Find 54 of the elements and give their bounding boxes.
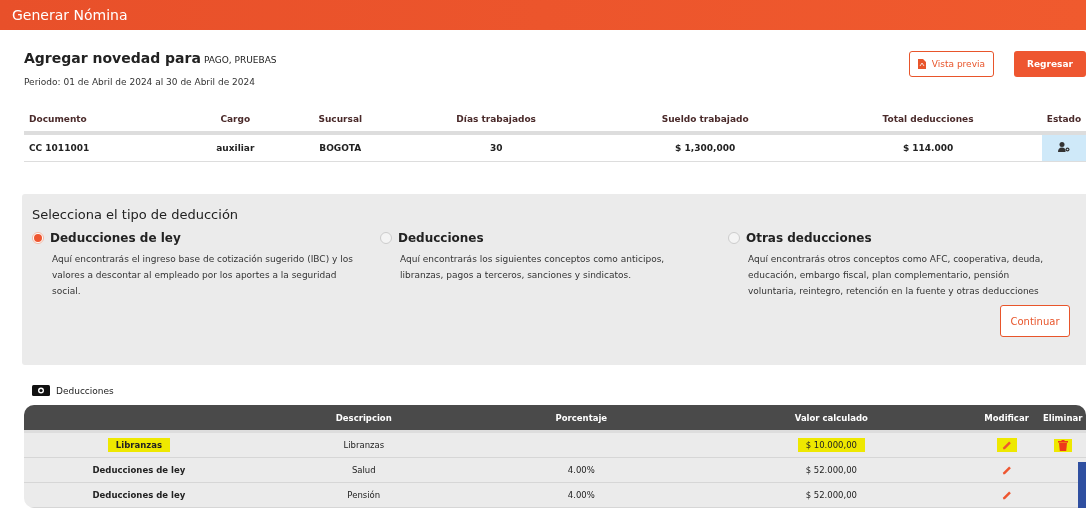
option-label: Deducciones [398, 231, 484, 245]
pencil-icon [1000, 464, 1013, 476]
table-cell: Pensión [347, 490, 381, 500]
column-header: Eliminar [1043, 412, 1083, 423]
preview-button[interactable]: Vista previa [908, 51, 994, 77]
section-title: Agregar novedad para PAGO, PRUEBAS [24, 50, 277, 66]
table-cell: CC 1011001 [24, 133, 187, 162]
option-description: Aquí encontrarás los siguientes conceptos como anticipos, libranzas, pagos a terceros, sanciones y sindicatos. [400, 253, 666, 282]
back-button[interactable]: Regresar [1014, 51, 1086, 77]
radio-button[interactable] [728, 232, 740, 244]
money-icon [32, 385, 50, 396]
delete-button[interactable] [1053, 438, 1072, 452]
column-header: Cargo [186, 107, 285, 133]
user-settings-icon [1058, 142, 1070, 152]
option-label: Otras deducciones [746, 231, 872, 245]
table-cell: $ 1,300,000 [596, 133, 815, 162]
table-cell: Libranzas [343, 440, 385, 450]
option-label: Deducciones de ley [50, 231, 181, 245]
radio-button[interactable] [32, 232, 44, 244]
column-header: Documento [24, 107, 187, 133]
column-header: Valor calculado [794, 412, 868, 423]
panel-title: Selecciona el tipo de deducción [32, 207, 239, 222]
trash-icon [1057, 439, 1068, 451]
table-cell: 30 [396, 133, 597, 162]
column-header: Días trabajados [396, 107, 597, 133]
pdf-icon [917, 59, 926, 69]
page-title: Generar Nómina [12, 7, 128, 23]
period-text: Periodo: 01 de Abril de 2024 al 30 de Abril de 2024 [24, 77, 255, 87]
table-cell: $ 10.000,00 [797, 438, 865, 452]
pencil-icon [1000, 439, 1013, 451]
table-cell: $ 52.000,00 [805, 490, 857, 500]
option-description: Aquí encontrarás el ingreso base de cotización sugerido (IBC) y los valores a descontar al empleado por los aportes a la seguridad social. [52, 253, 354, 298]
status-cell[interactable] [1042, 133, 1086, 162]
option-description: Aquí encontrarás otros conceptos como AFC, cooperativa, deuda, educación, embargo fiscal, plan complementario, pensión voluntaria, reintegro, retención en la fuente y otras deducciones [748, 253, 1045, 298]
column-header: Sucursal [284, 107, 397, 133]
continue-button[interactable]: Continuar [1000, 305, 1070, 337]
table-cell: $ 52.000,00 [805, 465, 857, 475]
table-cell: BOGOTA [284, 133, 397, 162]
edit-button[interactable] [996, 438, 1017, 452]
column-header: Sueldo trabajado [596, 107, 815, 133]
column-header: Descripcion [335, 412, 392, 423]
table-cell: Salud [351, 465, 376, 475]
table-cell: 4.00% [567, 465, 595, 475]
column-header: Modificar [984, 412, 1029, 423]
column-header: Porcentaje [555, 412, 608, 423]
pencil-icon [1000, 489, 1013, 501]
section-label: Deducciones [56, 385, 114, 396]
table-cell: 4.00% [567, 490, 595, 500]
radio-button[interactable] [380, 232, 392, 244]
table-cell: auxiliar [186, 133, 285, 162]
table-cell: Deducciones de ley [92, 490, 186, 500]
column-header: Total deducciones [814, 107, 1042, 133]
table-cell: Deducciones de ley [92, 465, 186, 475]
table-cell: Libranzas [107, 438, 170, 452]
